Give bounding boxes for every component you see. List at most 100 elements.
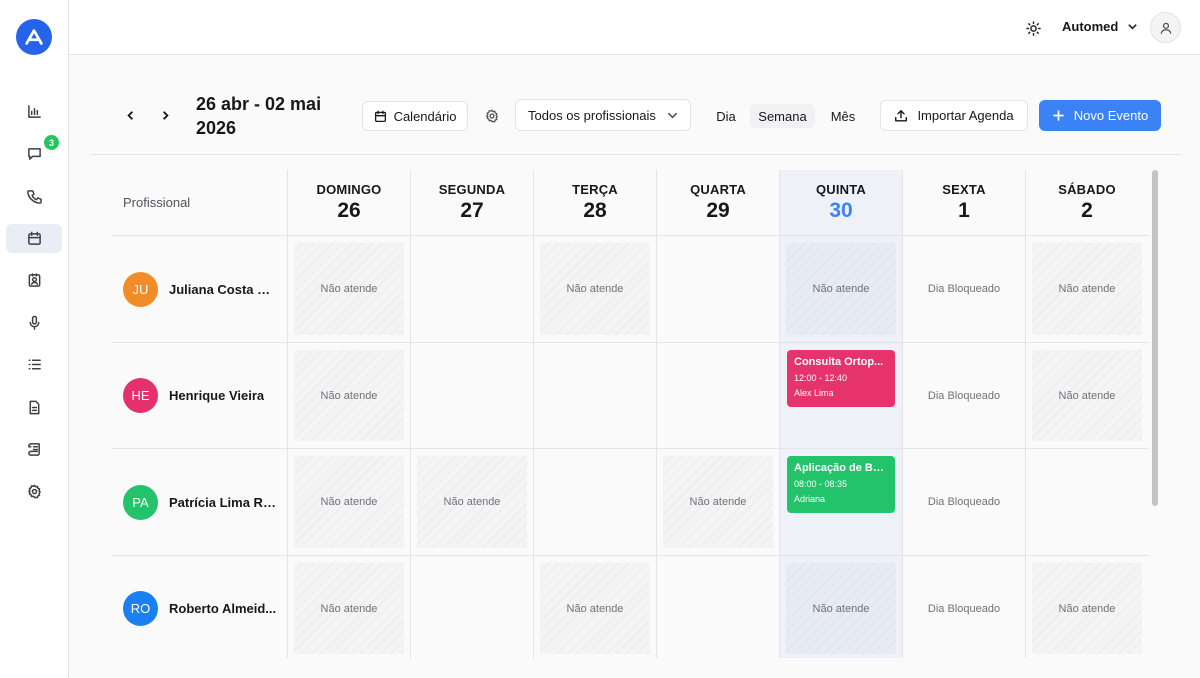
chat-icon: [27, 148, 41, 160]
schedule-cell[interactable]: Não atende: [287, 343, 410, 449]
sidebar-item-contacts[interactable]: [6, 266, 62, 295]
new-event-button[interactable]: Novo Evento: [1039, 100, 1161, 131]
day-number: 27: [460, 199, 484, 222]
list-icon: [28, 359, 41, 370]
not-available-label: Não atende: [320, 283, 378, 295]
schedule-cell[interactable]: Dia Bloqueado: [902, 449, 1025, 556]
day-name: QUARTA: [690, 182, 746, 197]
professional-select[interactable]: Todos os profissionais: [515, 99, 691, 131]
not-available-label: Não atende: [689, 496, 747, 508]
day-header: QUINTA 30: [779, 170, 902, 236]
user-icon: [1160, 22, 1171, 34]
app-logo[interactable]: [16, 19, 52, 55]
calendar-icon: [27, 231, 41, 245]
toolbar-divider: [91, 154, 1181, 155]
grid-scrollbar[interactable]: [1152, 170, 1158, 506]
schedule-cell[interactable]: [533, 449, 656, 556]
chevron-right-icon: [162, 110, 169, 120]
user-menu-button[interactable]: [1150, 12, 1181, 43]
avatar: RO: [123, 591, 158, 626]
not-available-label: Não atende: [812, 283, 870, 295]
avatar: PA: [123, 484, 158, 520]
schedule-cell[interactable]: Não atende: [533, 556, 656, 658]
schedule-cell[interactable]: [656, 236, 779, 343]
upload-icon: [895, 109, 908, 122]
not-available-label: Não atende: [320, 389, 378, 402]
schedule-cell[interactable]: [656, 556, 779, 658]
event-card[interactable]: Aplicação de Bo... 08:00 - 08:35 Adriana: [787, 456, 895, 513]
schedule-cell[interactable]: Aplicação de Bo... 08:00 - 08:35 Adriana: [779, 449, 902, 556]
schedule-cell[interactable]: [656, 343, 779, 449]
schedule-cell[interactable]: Não atende: [287, 556, 410, 658]
schedule-cell[interactable]: Não atende: [1025, 343, 1148, 449]
sidebar-item-calls[interactable]: [6, 182, 62, 211]
previous-week-button[interactable]: [119, 104, 141, 126]
day-header: SEGUNDA 27: [410, 170, 533, 236]
schedule-cell[interactable]: Não atende: [779, 236, 902, 343]
not-available-label: Não atende: [320, 602, 378, 615]
schedule-cell[interactable]: Não atende: [287, 449, 410, 556]
plus-icon: [1053, 110, 1064, 121]
schedule-cell[interactable]: [410, 343, 533, 449]
day-number: 28: [583, 199, 607, 222]
schedule-cell[interactable]: Dia Bloqueado: [902, 556, 1025, 658]
schedule-cell[interactable]: Não atende: [656, 449, 779, 556]
schedule-cell[interactable]: Não atende: [1025, 236, 1148, 343]
event-title: Consulta Ortop...: [794, 356, 884, 368]
schedule-cell[interactable]: Não atende: [533, 236, 656, 343]
professional-name: Roberto Almeid...: [169, 601, 277, 616]
sidebar-item-list[interactable]: [6, 350, 62, 379]
professional-row-header[interactable]: JU Juliana Costa Br...: [112, 236, 287, 343]
sidebar-item-documents[interactable]: [6, 393, 62, 422]
sidebar-item-messages[interactable]: 3: [6, 135, 62, 168]
import-button-label: Importar Agenda: [917, 108, 1014, 123]
import-schedule-button[interactable]: Importar Agenda: [880, 100, 1028, 131]
sidebar-item-dashboard[interactable]: [6, 97, 62, 126]
professional-row-header[interactable]: RO Roberto Almeid...: [112, 556, 287, 658]
microphone-icon: [29, 315, 39, 330]
sidebar-item-records[interactable]: [6, 435, 62, 464]
bar-chart-icon: [27, 105, 41, 118]
day-number: 30: [829, 199, 853, 222]
day-name: QUINTA: [815, 182, 867, 197]
view-tab-month[interactable]: Mês: [825, 104, 861, 128]
calendar-settings-button[interactable]: [482, 106, 502, 126]
gear-icon: [27, 484, 41, 499]
theme-toggle-button[interactable]: [1021, 16, 1045, 40]
professional-row-header[interactable]: HE Henrique Vieira: [112, 343, 287, 449]
view-tab-week[interactable]: Semana: [750, 104, 815, 128]
next-week-button[interactable]: [154, 104, 176, 126]
sun-icon: [1025, 20, 1041, 36]
sidebar-item-calendar[interactable]: [6, 224, 62, 253]
professional-row-header[interactable]: PA Patrícia Lima Ro...: [112, 449, 287, 556]
not-available-label: Não atende: [566, 602, 624, 615]
schedule-cell[interactable]: Consulta Ortop... 12:00 - 12:40 Alex Lima: [779, 343, 902, 449]
event-card[interactable]: Consulta Ortop... 12:00 - 12:40 Alex Lima: [787, 350, 895, 407]
schedule-cell[interactable]: Não atende: [779, 556, 902, 658]
event-patient: Adriana: [794, 494, 826, 504]
not-available-label: Não atende: [1058, 389, 1116, 402]
day-number: 26: [337, 199, 361, 222]
event-time: 12:00 - 12:40: [794, 373, 848, 383]
professional-select-value: Todos os profissionais: [528, 107, 656, 123]
schedule-cell[interactable]: [533, 343, 656, 449]
calendar-icon: [374, 110, 386, 122]
schedule-cell[interactable]: Dia Bloqueado: [902, 236, 1025, 343]
not-available-label: Não atende: [1058, 602, 1116, 615]
sidebar-item-recordings[interactable]: [6, 308, 62, 337]
schedule-cell[interactable]: Dia Bloqueado: [902, 343, 1025, 449]
calendar-button-label: Calendário: [393, 108, 457, 124]
calendar-button[interactable]: Calendário: [362, 101, 468, 131]
schedule-cell[interactable]: [410, 236, 533, 343]
contact-card-icon: [28, 273, 40, 287]
schedule-cell[interactable]: [1025, 449, 1148, 556]
sidebar-item-settings[interactable]: [6, 477, 62, 506]
schedule-cell[interactable]: Não atende: [410, 449, 533, 556]
schedule-cell[interactable]: Não atende: [287, 236, 410, 343]
schedule-cell[interactable]: [410, 556, 533, 658]
messages-badge: 3: [44, 135, 59, 150]
org-switcher[interactable]: Automed: [1062, 19, 1138, 34]
view-tab-day[interactable]: Dia: [710, 104, 742, 128]
schedule-cell[interactable]: Não atende: [1025, 556, 1148, 658]
not-available-label: Não atende: [812, 602, 870, 615]
